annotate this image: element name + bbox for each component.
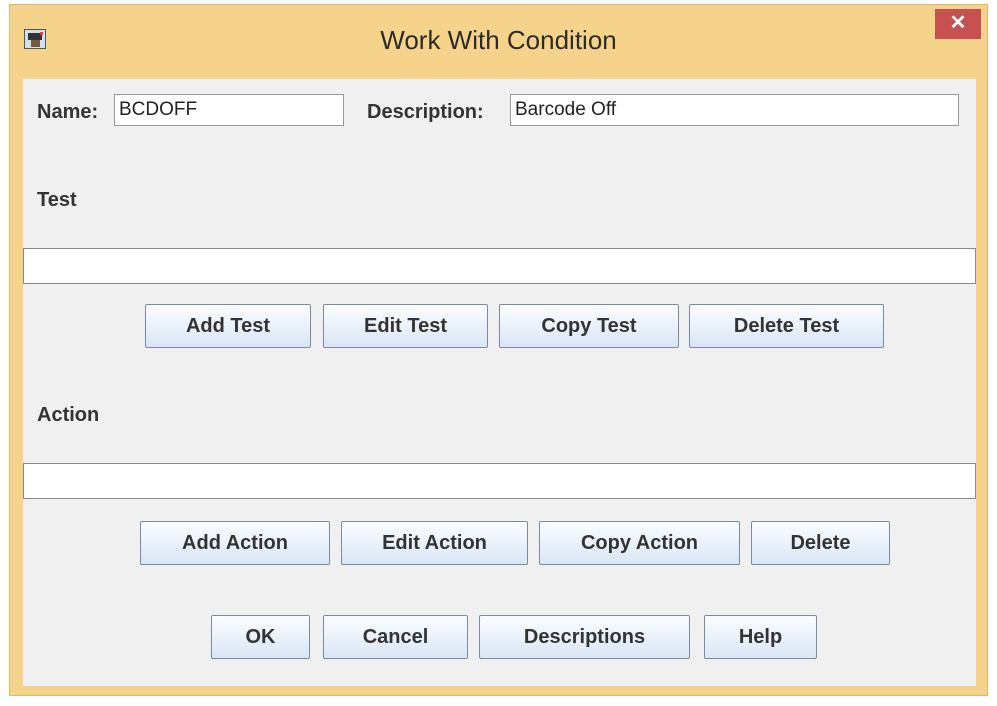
dialog-content: Name: Description: Test Add Test Edit Te…: [23, 79, 976, 686]
action-list[interactable]: [23, 463, 976, 499]
test-list[interactable]: [23, 248, 976, 284]
descriptions-button[interactable]: Descriptions: [479, 615, 690, 659]
window-title: Work With Condition: [380, 25, 617, 55]
copy-action-button[interactable]: Copy Action: [539, 521, 740, 565]
name-field[interactable]: [114, 94, 344, 126]
add-test-button[interactable]: Add Test: [145, 304, 311, 348]
description-label: Description:: [367, 101, 484, 123]
close-icon: ✕: [949, 12, 967, 34]
add-action-button[interactable]: Add Action: [140, 521, 330, 565]
description-field[interactable]: [510, 94, 959, 126]
action-heading: Action: [37, 404, 100, 426]
close-button[interactable]: ✕: [935, 9, 981, 39]
title-bar[interactable]: Work With Condition ✕: [10, 5, 987, 79]
delete-test-button[interactable]: Delete Test: [689, 304, 884, 348]
ok-button[interactable]: OK: [211, 615, 310, 659]
delete-action-button[interactable]: Delete: [751, 521, 890, 565]
copy-test-button[interactable]: Copy Test: [499, 304, 679, 348]
cancel-button[interactable]: Cancel: [323, 615, 468, 659]
help-button[interactable]: Help: [704, 615, 817, 659]
name-label: Name:: [37, 101, 99, 123]
edit-action-button[interactable]: Edit Action: [341, 521, 528, 565]
dialog-window: Work With Condition ✕ Name: Description:…: [9, 4, 988, 696]
edit-test-button[interactable]: Edit Test: [323, 304, 488, 348]
test-heading: Test: [37, 189, 77, 211]
